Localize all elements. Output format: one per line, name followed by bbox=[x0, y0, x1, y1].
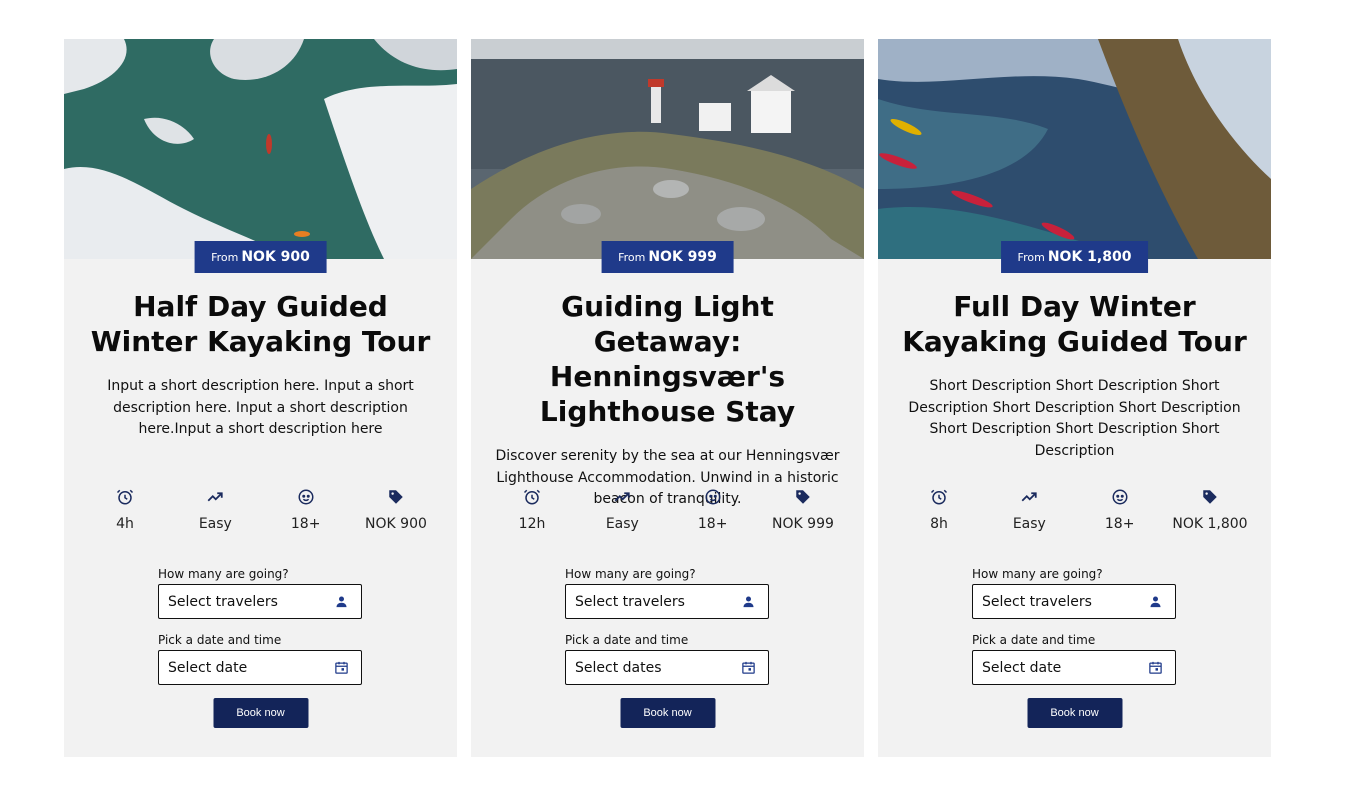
feature-age: 18+ bbox=[261, 487, 351, 532]
face-icon bbox=[261, 487, 351, 507]
alarm-clock-icon bbox=[487, 487, 577, 507]
feature-row: 12h Easy 18+ NOK 999 bbox=[487, 487, 848, 532]
price-amount: NOK 1,800 bbox=[1047, 249, 1132, 265]
travelers-select[interactable]: Select travelers bbox=[972, 584, 1176, 619]
date-picker[interactable]: Select dates bbox=[565, 650, 769, 685]
date-picker[interactable]: Select date bbox=[158, 650, 362, 685]
book-now-button[interactable]: Book now bbox=[620, 698, 715, 728]
price-tag-icon bbox=[351, 487, 441, 507]
feature-age: 18+ bbox=[668, 487, 758, 532]
price-value: NOK 1,800 bbox=[1172, 516, 1248, 532]
tour-photo bbox=[64, 39, 457, 259]
feature-age: 18+ bbox=[1075, 487, 1165, 532]
trending-up-icon bbox=[984, 487, 1074, 507]
booking-form: How many are going? Select travelers Pic… bbox=[565, 567, 769, 699]
date-placeholder: Select dates bbox=[575, 659, 662, 676]
feature-price: NOK 900 bbox=[351, 487, 441, 532]
duration-value: 12h bbox=[518, 516, 546, 532]
price-badge: From NOK 1,800 bbox=[1000, 241, 1149, 273]
tour-photo bbox=[471, 39, 864, 259]
calendar-icon bbox=[335, 661, 348, 674]
date-label: Pick a date and time bbox=[158, 633, 282, 647]
feature-difficulty: Easy bbox=[577, 487, 667, 532]
feature-duration: 4h bbox=[80, 487, 170, 532]
travelers-select[interactable]: Select travelers bbox=[565, 584, 769, 619]
date-placeholder: Select date bbox=[168, 659, 248, 676]
travelers-label: How many are going? bbox=[565, 567, 696, 581]
travelers-label: How many are going? bbox=[972, 567, 1103, 581]
trending-up-icon bbox=[170, 487, 260, 507]
travelers-select[interactable]: Select travelers bbox=[158, 584, 362, 619]
tour-card-list: From NOK 900 Half Day Guided Winter Kaya… bbox=[64, 39, 1271, 757]
price-prefix: From bbox=[1017, 251, 1045, 264]
trending-up-icon bbox=[577, 487, 667, 507]
date-placeholder: Select date bbox=[982, 659, 1062, 676]
book-now-button[interactable]: Book now bbox=[213, 698, 308, 728]
tour-photo bbox=[878, 39, 1271, 259]
price-prefix: From bbox=[211, 251, 239, 264]
tour-card: From NOK 1,800 Full Day Winter Kayaking … bbox=[878, 39, 1271, 757]
tour-description: Short Description Short Description Shor… bbox=[908, 378, 1241, 459]
feature-difficulty: Easy bbox=[170, 487, 260, 532]
travelers-placeholder: Select travelers bbox=[168, 593, 278, 610]
price-tag-icon bbox=[1165, 487, 1255, 507]
price-prefix: From bbox=[618, 251, 646, 264]
booking-form: How many are going? Select travelers Pic… bbox=[972, 567, 1176, 699]
tour-title: Guiding Light Getaway: Henningsvær's Lig… bbox=[539, 290, 796, 428]
travelers-placeholder: Select travelers bbox=[982, 593, 1092, 610]
face-icon bbox=[1075, 487, 1165, 507]
date-picker[interactable]: Select date bbox=[972, 650, 1176, 685]
booking-form: How many are going? Select travelers Pic… bbox=[158, 567, 362, 699]
alarm-clock-icon bbox=[80, 487, 170, 507]
person-icon bbox=[336, 596, 347, 608]
age-value: 18+ bbox=[290, 516, 321, 532]
difficulty-value: Easy bbox=[198, 516, 232, 532]
duration-value: 4h bbox=[116, 516, 134, 532]
person-icon bbox=[1150, 596, 1161, 608]
feature-difficulty: Easy bbox=[984, 487, 1074, 532]
tour-description: Input a short description here. Input a … bbox=[107, 378, 414, 437]
duration-value: 8h bbox=[930, 516, 948, 532]
tour-title: Full Day Winter Kayaking Guided Tour bbox=[902, 290, 1247, 358]
tour-card: From NOK 900 Half Day Guided Winter Kaya… bbox=[64, 39, 457, 757]
feature-duration: 8h bbox=[894, 487, 984, 532]
feature-duration: 12h bbox=[487, 487, 577, 532]
person-icon bbox=[743, 596, 754, 608]
age-value: 18+ bbox=[1104, 516, 1135, 532]
alarm-clock-icon bbox=[894, 487, 984, 507]
feature-price: NOK 1,800 bbox=[1165, 487, 1255, 532]
book-now-button[interactable]: Book now bbox=[1027, 698, 1122, 728]
feature-price: NOK 999 bbox=[758, 487, 848, 532]
description-container: Input a short description here. Input a … bbox=[64, 376, 457, 462]
difficulty-value: Easy bbox=[1012, 516, 1046, 532]
date-label: Pick a date and time bbox=[565, 633, 689, 647]
price-amount: NOK 999 bbox=[648, 249, 717, 265]
price-value: NOK 999 bbox=[772, 516, 834, 532]
calendar-icon bbox=[742, 661, 755, 674]
price-badge: From NOK 900 bbox=[194, 241, 327, 273]
feature-row: 8h Easy 18+ NOK 1,800 bbox=[894, 487, 1255, 532]
date-label: Pick a date and time bbox=[972, 633, 1096, 647]
price-value: NOK 900 bbox=[365, 516, 427, 532]
price-tag-icon bbox=[758, 487, 848, 507]
feature-row: 4h Easy 18+ NOK 900 bbox=[80, 487, 441, 532]
price-badge: From NOK 999 bbox=[601, 241, 734, 273]
tour-card: From NOK 999 Guiding Light Getaway: Henn… bbox=[471, 39, 864, 757]
face-icon bbox=[668, 487, 758, 507]
price-amount: NOK 900 bbox=[241, 249, 310, 265]
difficulty-value: Easy bbox=[605, 516, 639, 532]
description-container: Short Description Short Description Shor… bbox=[878, 376, 1271, 482]
travelers-label: How many are going? bbox=[158, 567, 289, 581]
calendar-icon bbox=[1149, 661, 1162, 674]
tour-title: Half Day Guided Winter Kayaking Tour bbox=[90, 290, 431, 358]
age-value: 18+ bbox=[697, 516, 728, 532]
travelers-placeholder: Select travelers bbox=[575, 593, 685, 610]
